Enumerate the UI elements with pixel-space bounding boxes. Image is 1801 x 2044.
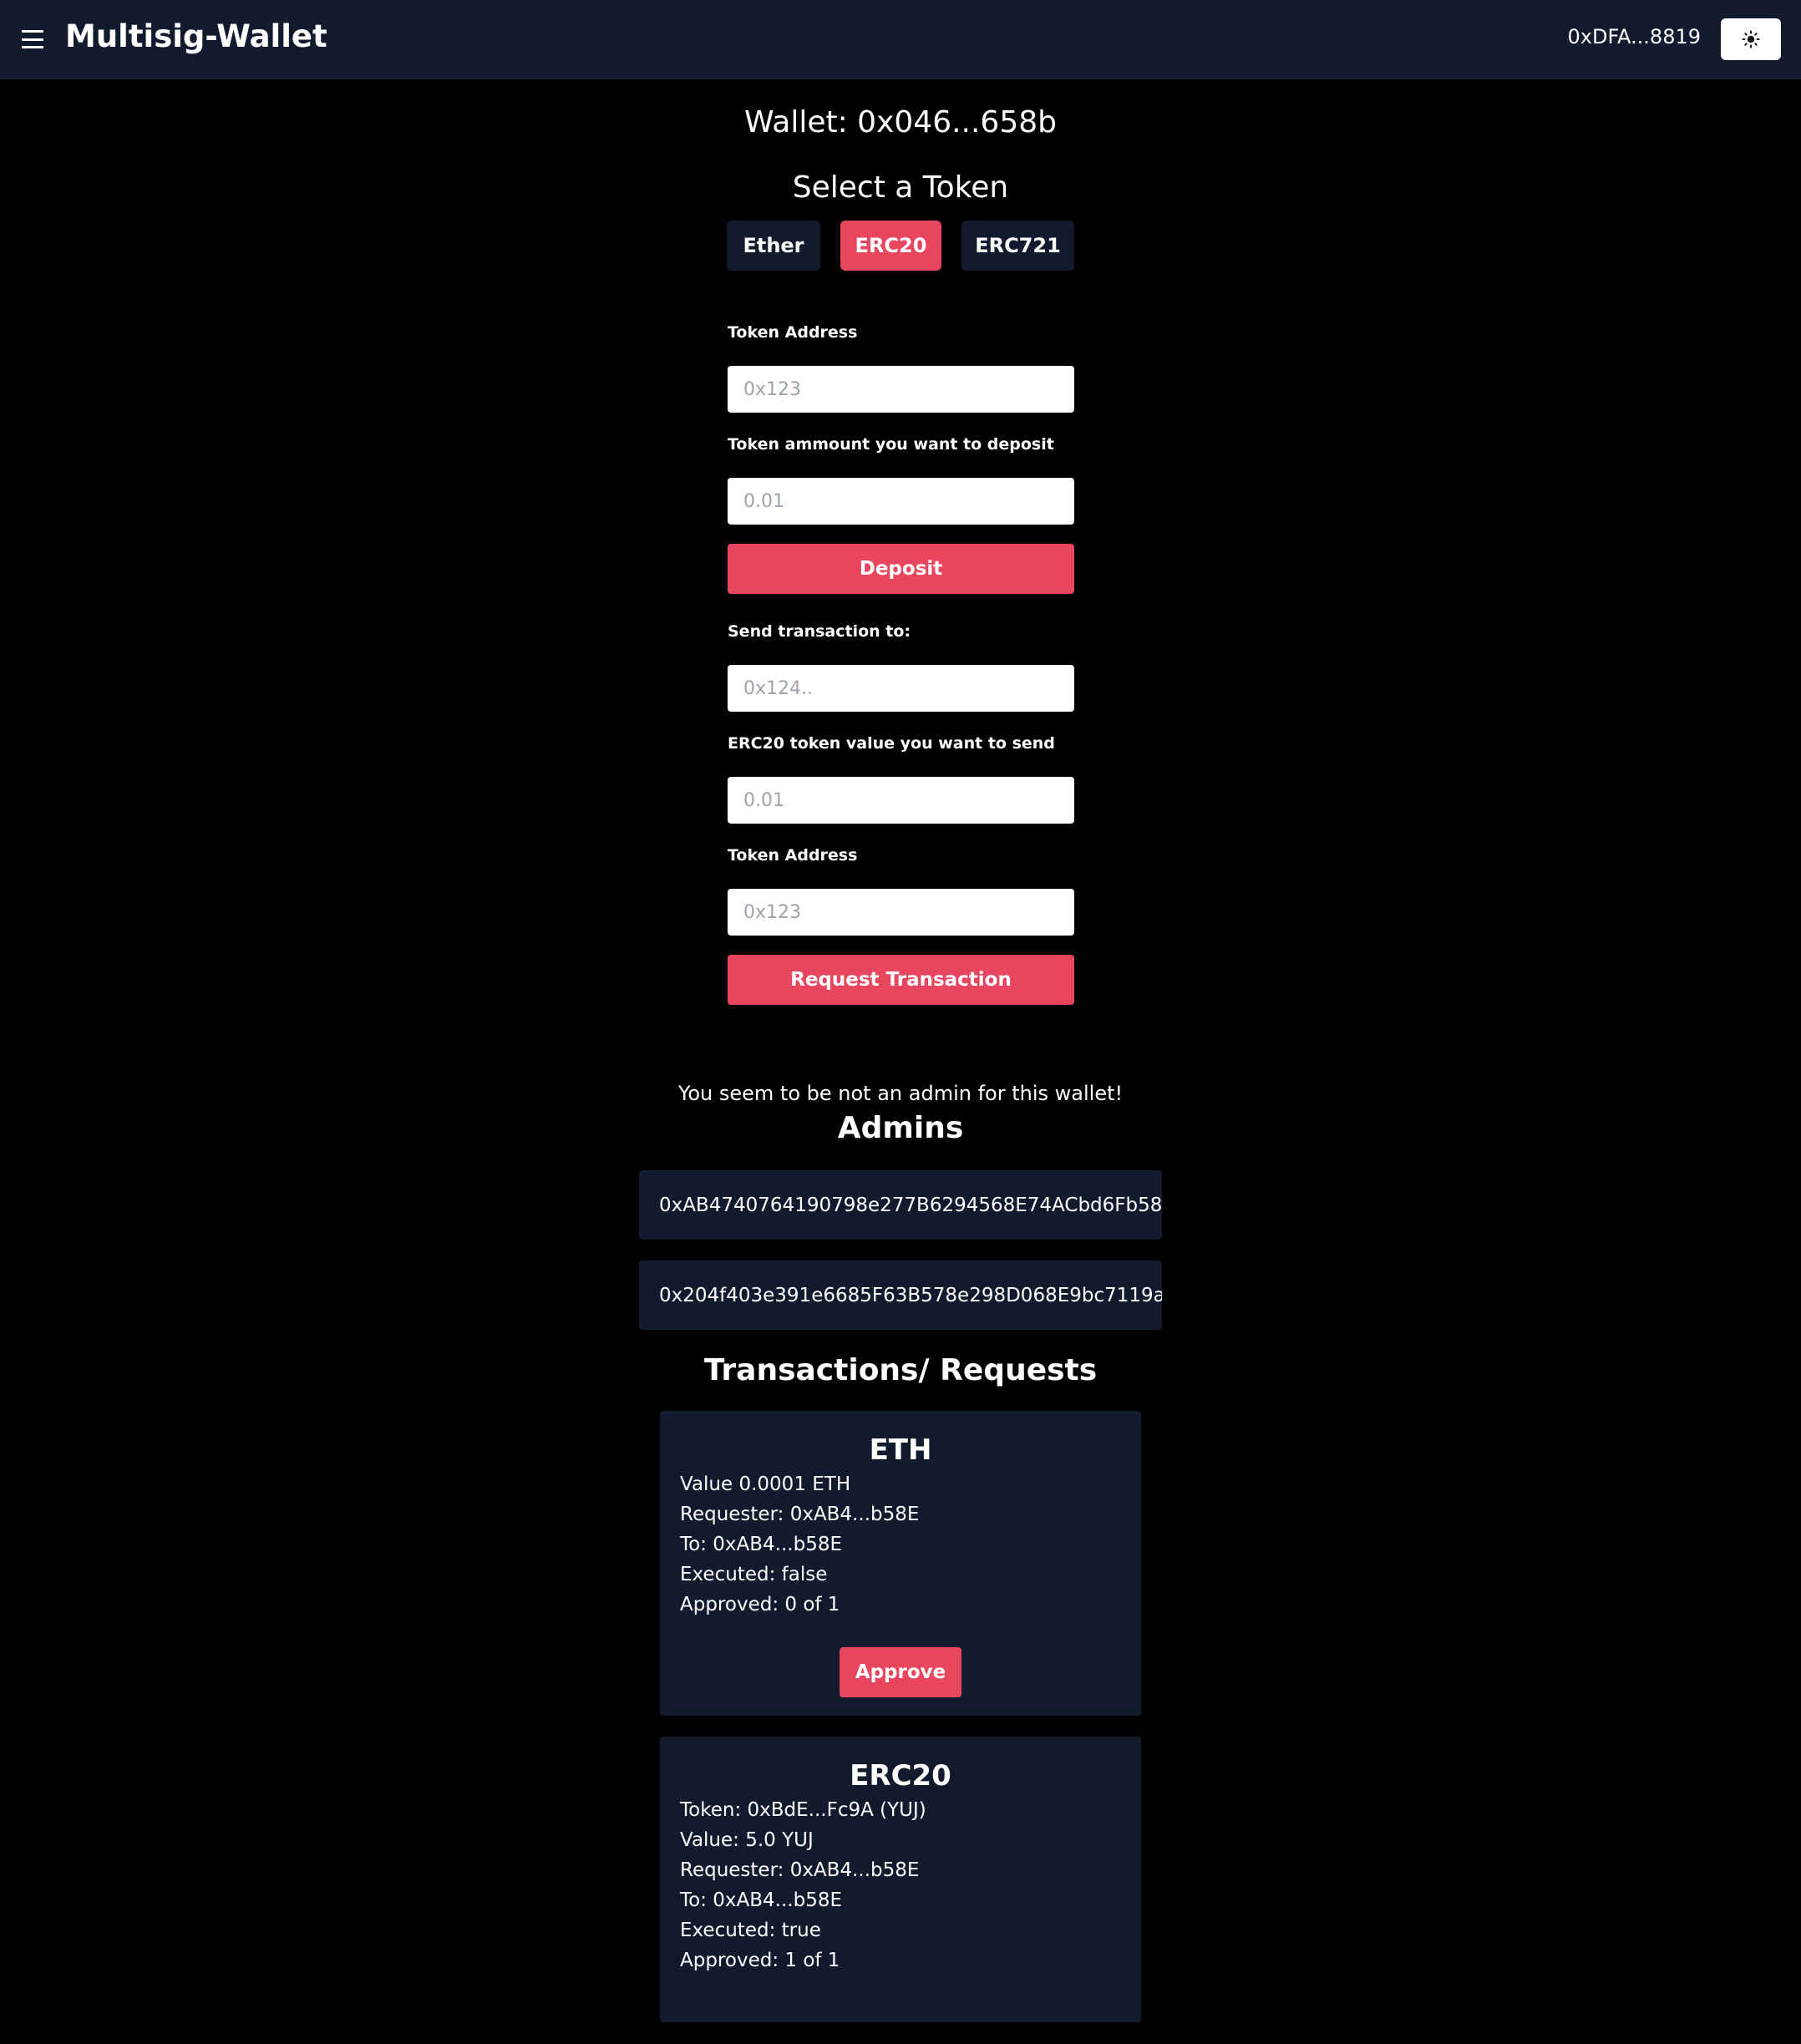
tab-ether[interactable]: Ether	[727, 221, 820, 271]
sun-icon	[1742, 30, 1760, 48]
admins-title: Admins	[837, 1111, 964, 1145]
approve-button[interactable]: Approve	[840, 1647, 961, 1697]
transaction-to: To: 0xAB4...b58E	[680, 1889, 842, 1911]
transactions-title: Transactions/ Requests	[703, 1353, 1098, 1387]
transaction-executed: Executed: false	[680, 1564, 828, 1585]
tab-erc20[interactable]: ERC20	[840, 221, 941, 271]
wallet-title: Wallet: 0x046...658b	[743, 105, 1057, 139]
send-token-address-input[interactable]	[728, 889, 1074, 936]
transaction-type: ERC20	[850, 1759, 951, 1793]
admin-address: 0xAB4740764190798e277B6294568E74ACbd6Fb5…	[639, 1170, 1162, 1240]
top-navbar: Multisig-Wallet 0xDFA...8819	[0, 0, 1801, 79]
send-to-label: Send transaction to:	[728, 622, 911, 641]
admin-address: 0x204f403e391e6685F63B578e298D068E9bc711…	[639, 1260, 1162, 1330]
send-value-input[interactable]	[728, 777, 1074, 824]
deposit-button[interactable]: Deposit	[728, 544, 1074, 594]
deposit-token-address-input[interactable]	[728, 366, 1074, 413]
transaction-type: ETH	[869, 1433, 932, 1467]
transaction-value: Value 0.0001 ETH	[680, 1473, 851, 1495]
send-value-label: ERC20 token value you want to send	[728, 734, 1055, 753]
request-transaction-button[interactable]: Request Transaction	[728, 955, 1074, 1005]
select-token-title: Select a Token	[792, 170, 1009, 205]
transaction-value: Value: 5.0 YUJ	[680, 1829, 814, 1851]
transaction-approved: Approved: 1 of 1	[680, 1950, 840, 1971]
hamburger-menu-icon[interactable]	[22, 30, 43, 48]
token-tabs: Ether ERC20 ERC721	[0, 221, 1801, 271]
transaction-to: To: 0xAB4...b58E	[680, 1534, 842, 1555]
not-admin-notice: You seem to be not an admin for this wal…	[677, 1082, 1124, 1105]
transaction-requester: Requester: 0xAB4...b58E	[680, 1859, 920, 1881]
deposit-token-address-label: Token Address	[728, 323, 858, 342]
send-token-address-label: Token Address	[728, 846, 858, 865]
transaction-executed: Executed: true	[680, 1920, 821, 1941]
app-title[interactable]: Multisig-Wallet	[65, 18, 327, 54]
transaction-approved: Approved: 0 of 1	[680, 1594, 840, 1615]
deposit-amount-input[interactable]	[728, 478, 1074, 525]
deposit-amount-label: Token ammount you want to deposit	[728, 435, 1054, 454]
theme-toggle-button[interactable]	[1721, 18, 1781, 60]
connected-account: 0xDFA...8819	[1567, 25, 1701, 48]
transaction-card-erc20: ERC20 Token: 0xBdE...Fc9A (YUJ) Value: 5…	[660, 1737, 1141, 2022]
send-to-input[interactable]	[728, 665, 1074, 712]
transaction-token: Token: 0xBdE...Fc9A (YUJ)	[680, 1799, 926, 1821]
transaction-requester: Requester: 0xAB4...b58E	[680, 1504, 920, 1525]
tab-erc721[interactable]: ERC721	[961, 221, 1074, 271]
transaction-card-eth: ETH Value 0.0001 ETH Requester: 0xAB4...…	[660, 1411, 1141, 1716]
